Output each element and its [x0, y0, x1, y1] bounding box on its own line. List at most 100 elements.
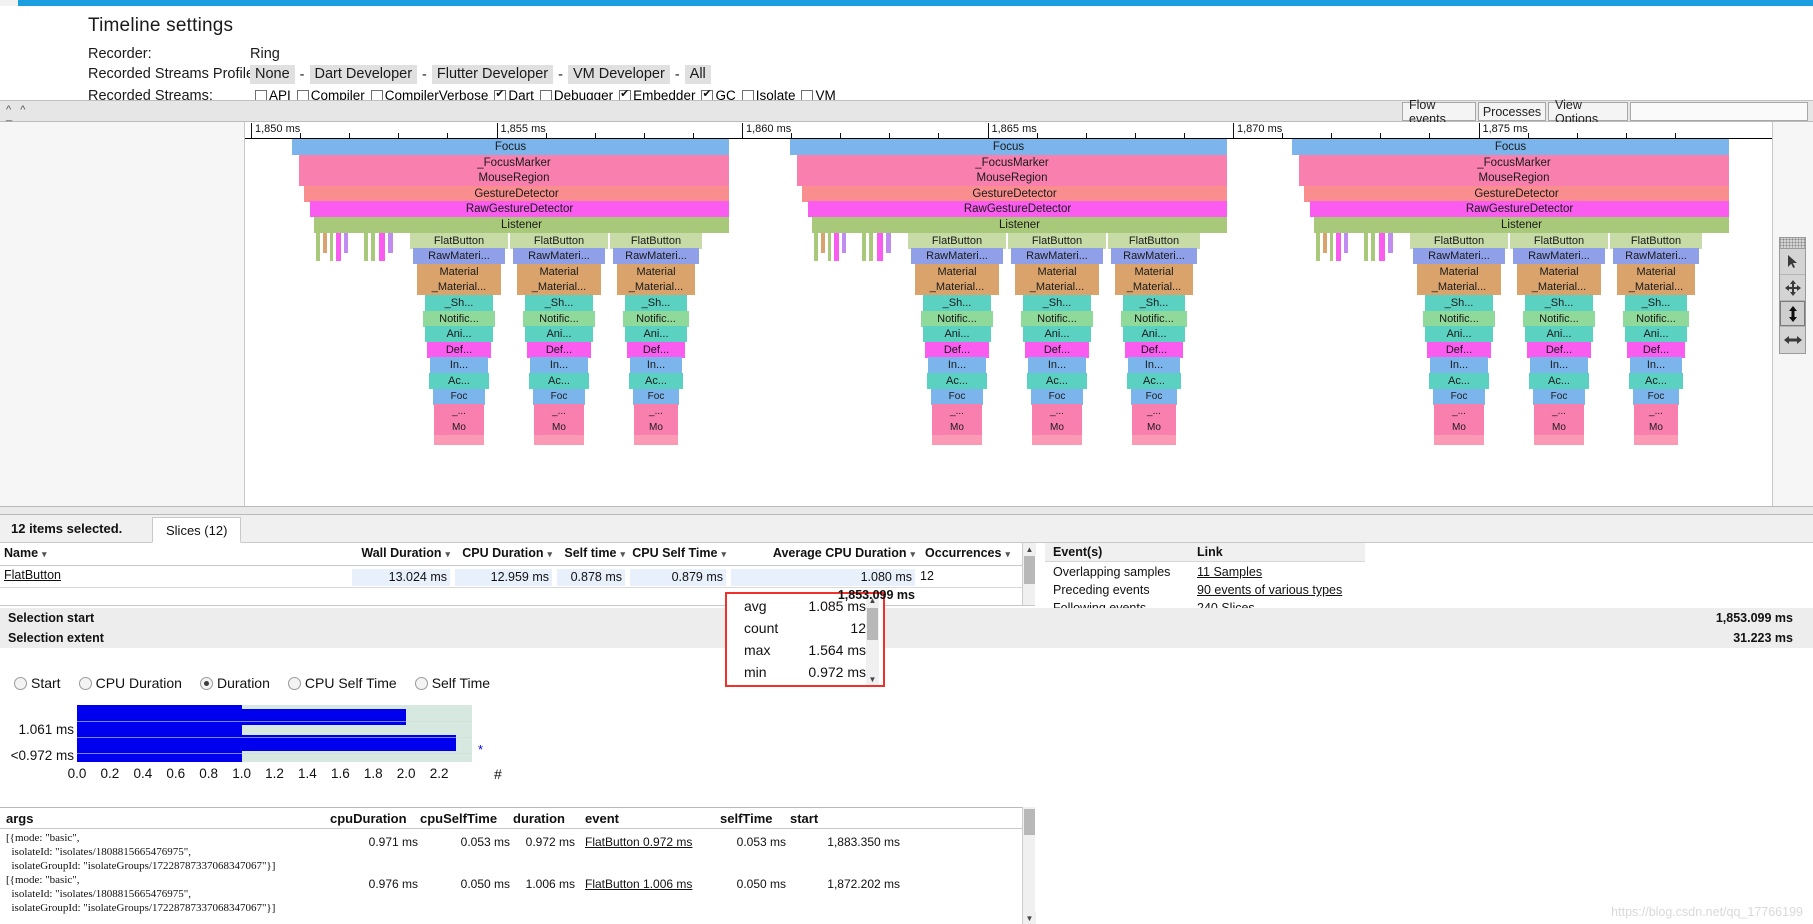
flow-events-button[interactable]: Flow events	[1402, 98, 1476, 126]
flame-bar-thin[interactable]	[1379, 232, 1385, 261]
flame-bar[interactable]: RawGestureDetector	[808, 201, 1227, 218]
flame-bar-thin[interactable]	[323, 232, 327, 253]
flame-bar-thin[interactable]	[1364, 232, 1368, 261]
flame-bar[interactable]: Ani...	[1123, 326, 1185, 343]
flame-bar-thin[interactable]	[336, 232, 341, 261]
slice-name-cell[interactable]: FlatButton	[4, 568, 61, 582]
args-table-row[interactable]: [{mode: "basic", isolateId: "isolates/18…	[0, 829, 1035, 877]
flame-bar-thin[interactable]	[842, 232, 846, 253]
radio-dot-icon[interactable]	[287, 676, 301, 690]
flame-bar[interactable]: Material	[1517, 263, 1601, 280]
flame-bar[interactable]: Material	[1015, 263, 1099, 280]
flame-bar[interactable]: Ac...	[1027, 373, 1087, 389]
flame-bar[interactable]: Ac...	[927, 373, 987, 389]
event-link[interactable]: 90 events of various types	[1197, 583, 1342, 597]
args-table-scrollbar[interactable]: ▼	[1022, 807, 1036, 924]
flame-bar[interactable]: Foc	[1633, 388, 1679, 405]
flame-bar[interactable]: _Material...	[1015, 279, 1099, 296]
results-table-scrollbar[interactable]: ▲	[1022, 543, 1036, 605]
flame-bar[interactable]: _FocusMarker	[1299, 154, 1729, 171]
flame-bar[interactable]: _...	[1534, 404, 1584, 421]
flame-bar[interactable]: RawGestureDetector	[310, 201, 729, 218]
args-column-header-args[interactable]: args	[6, 811, 33, 826]
flame-bar[interactable]: Notific...	[423, 310, 495, 327]
flame-bar[interactable]: Ani...	[425, 326, 493, 343]
flame-bar[interactable]: In...	[430, 357, 488, 374]
flame-bar-thin[interactable]	[814, 232, 818, 261]
flame-bar[interactable]: _Sh...	[1425, 295, 1493, 311]
flame-bar[interactable]: Mo	[932, 419, 982, 436]
panel-splitter[interactable]	[0, 506, 1813, 515]
flame-bar[interactable]: RawMateri...	[413, 248, 505, 265]
histogram-plot-area[interactable]	[77, 705, 472, 762]
flame-bar[interactable]: _Sh...	[1525, 295, 1593, 311]
flame-bar[interactable]: Foc	[931, 388, 983, 405]
flame-bar[interactable]: Notific...	[1423, 310, 1495, 327]
flame-bar[interactable]: MouseRegion	[797, 170, 1227, 187]
flame-bar[interactable]: Def...	[1125, 341, 1183, 358]
flame-bar[interactable]: Notific...	[1021, 310, 1093, 327]
flame-bar[interactable]: Ani...	[1023, 326, 1091, 343]
sort-caret-icon[interactable]: ▾	[721, 549, 726, 559]
flame-bar[interactable]: Focus	[1292, 139, 1729, 155]
histogram-bar[interactable]	[77, 709, 407, 725]
args-scroll-down-arrow-icon[interactable]: ▼	[1023, 912, 1036, 924]
flame-bar-thin[interactable]	[932, 435, 982, 446]
flame-bar[interactable]: In...	[630, 357, 682, 374]
flame-bar[interactable]: In...	[1028, 357, 1086, 374]
flame-bar[interactable]: FlatButton	[1108, 232, 1200, 249]
radio-dot-icon[interactable]	[414, 676, 428, 690]
args-column-header-cpuselftime[interactable]: cpuSelfTime	[420, 811, 497, 826]
args-column-header-event[interactable]: event	[585, 811, 619, 826]
flame-bar[interactable]: Focus	[292, 139, 729, 155]
flame-bar-thin[interactable]	[388, 232, 393, 253]
flame-bar[interactable]: FlatButton	[510, 232, 608, 249]
flame-bar[interactable]: Material	[1617, 263, 1695, 280]
processes-button[interactable]: Processes	[1478, 102, 1546, 121]
column-header-self-time[interactable]: Self time ▾	[557, 546, 625, 560]
flame-bar-thin[interactable]	[821, 232, 825, 253]
flame-bar[interactable]: _...	[932, 404, 982, 421]
flame-bar-thin[interactable]	[1534, 435, 1584, 446]
flame-bar[interactable]: RawMateri...	[1513, 248, 1605, 265]
flame-bar[interactable]: _Sh...	[625, 295, 687, 311]
flame-bar[interactable]: RawMateri...	[1613, 248, 1699, 265]
flame-bar[interactable]: Ac...	[1629, 373, 1683, 389]
flame-bar[interactable]: Mo	[1534, 419, 1584, 436]
flame-bar[interactable]: In...	[1128, 357, 1180, 374]
search-input[interactable]	[1630, 102, 1808, 121]
flame-bar-thin[interactable]	[344, 232, 348, 253]
flame-bar[interactable]: Foc	[433, 388, 485, 405]
flame-bar[interactable]: GestureDetector	[802, 185, 1227, 202]
args-column-header-selftime[interactable]: selfTime	[720, 811, 773, 826]
flame-bar[interactable]: Material	[1115, 263, 1193, 280]
sort-caret-icon[interactable]: ▾	[445, 549, 450, 559]
flame-bar-thin[interactable]	[1634, 435, 1678, 446]
flame-bar[interactable]: FlatButton	[1008, 232, 1106, 249]
flame-bar[interactable]: _Material...	[1617, 279, 1695, 296]
flame-bar[interactable]: Def...	[925, 341, 989, 358]
flame-bar[interactable]: Listener	[812, 217, 1227, 233]
flame-bar[interactable]: Ani...	[1625, 326, 1687, 343]
flame-bar-thin[interactable]	[1344, 232, 1348, 253]
profile-option-all[interactable]: All	[684, 65, 711, 84]
flame-bar[interactable]: _...	[634, 404, 678, 421]
flame-bar[interactable]: _...	[1132, 404, 1176, 421]
scrollbar-thumb[interactable]	[1024, 556, 1035, 584]
flame-bar[interactable]: In...	[928, 357, 986, 374]
flame-bar[interactable]: Def...	[1527, 341, 1591, 358]
stats-scrollbar[interactable]: ▲ ▼	[866, 594, 879, 685]
sort-caret-icon[interactable]: ▾	[620, 549, 625, 559]
flame-bar[interactable]: Ani...	[1425, 326, 1493, 343]
flame-bar[interactable]: RawMateri...	[1111, 248, 1197, 265]
flame-bar-thin[interactable]	[1330, 232, 1333, 261]
flame-bar[interactable]: Def...	[527, 341, 591, 358]
flame-bar[interactable]: FlatButton	[908, 232, 1006, 249]
flame-bar[interactable]: Mo	[534, 419, 584, 436]
sort-caret-icon[interactable]: ▾	[1005, 549, 1010, 559]
flame-bar[interactable]: Foc	[1031, 388, 1083, 405]
flame-bar[interactable]: _...	[534, 404, 584, 421]
flame-bar[interactable]: FlatButton	[1410, 232, 1508, 249]
flame-bar[interactable]: RawMateri...	[1413, 248, 1505, 265]
column-header-occurrences[interactable]: Occurrences ▾	[920, 546, 1010, 560]
